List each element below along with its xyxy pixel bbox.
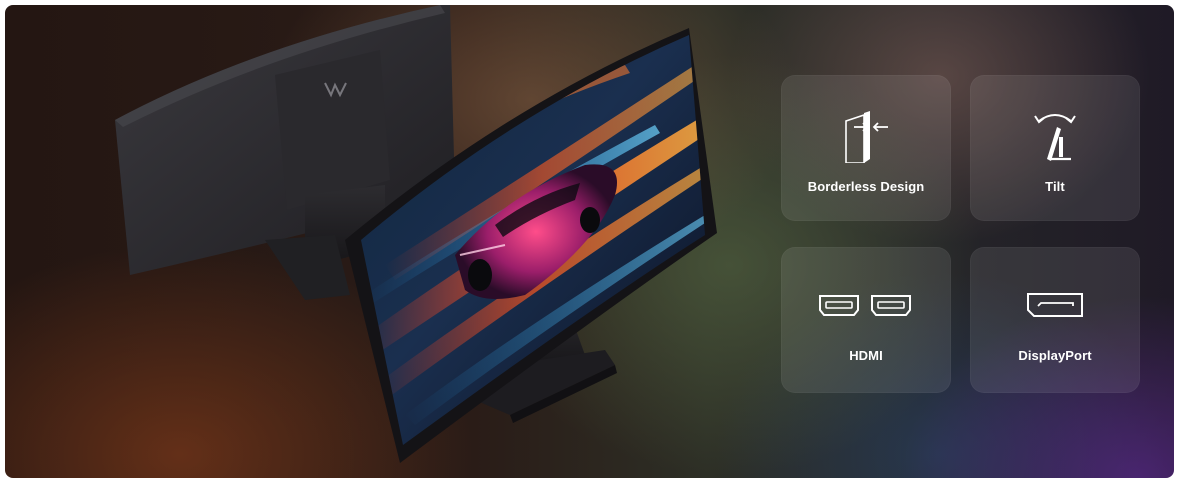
tilt-icon <box>970 105 1140 165</box>
feature-card-tilt: Tilt <box>970 75 1140 221</box>
monitor-product-image <box>115 5 717 463</box>
feature-label-displayport: DisplayPort <box>1018 348 1092 363</box>
borderless-design-icon <box>781 105 951 165</box>
feature-label-tilt: Tilt <box>1045 179 1065 194</box>
feature-card-displayport: DisplayPort <box>970 247 1140 393</box>
displayport-icon <box>970 285 1140 325</box>
feature-grid: Borderless Design Tilt HDMI DisplayPort <box>781 75 1141 395</box>
feature-label-hdmi: HDMI <box>849 348 883 363</box>
feature-label-borderless-design: Borderless Design <box>807 179 925 194</box>
feature-card-borderless-design: Borderless Design <box>781 75 951 221</box>
product-banner: Borderless Design Tilt HDMI DisplayPort <box>5 5 1174 478</box>
feature-card-hdmi: HDMI <box>781 247 951 393</box>
hdmi-port-icon <box>781 285 951 325</box>
